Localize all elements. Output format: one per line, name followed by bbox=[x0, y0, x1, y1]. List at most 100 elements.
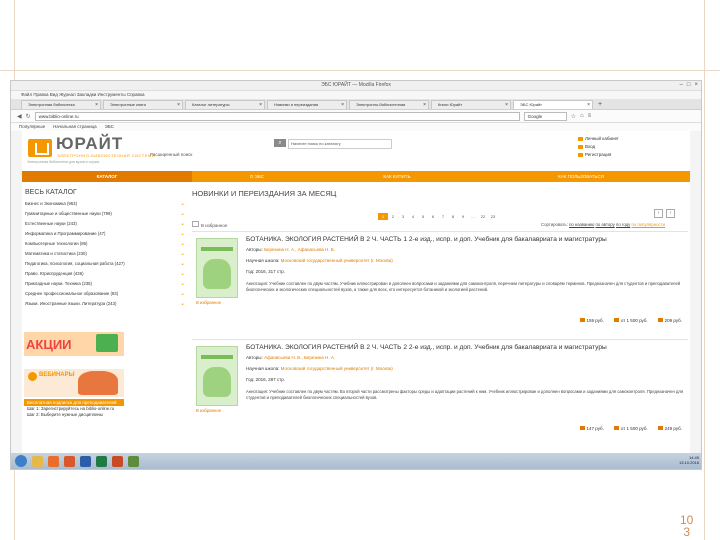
prev-page-icon[interactable]: ‹ bbox=[654, 209, 663, 218]
page-link[interactable]: 6 bbox=[428, 213, 438, 220]
chevron-down-icon[interactable]: ⌄ bbox=[180, 209, 185, 219]
site-search-input[interactable]: Начните поиск по каталогу bbox=[288, 139, 392, 149]
nav-how-to-use[interactable]: КАК ПОЛЬЗОВАТЬСЯ bbox=[472, 171, 690, 182]
chevron-down-icon[interactable]: ⌄ bbox=[180, 279, 185, 289]
sidebar-category-item[interactable]: Математика и статистика (230) ⌄ bbox=[22, 249, 188, 259]
sidebar-category-item[interactable]: Компьютерные технологии (86) ⌄ bbox=[22, 239, 188, 249]
sidebar-category-item[interactable]: Языки. Иностранные языки. Литература (24… bbox=[22, 299, 188, 309]
page-link[interactable]: 3 bbox=[398, 213, 408, 220]
nav-catalog[interactable]: КАТАЛОГ bbox=[22, 171, 192, 182]
close-icon[interactable]: × bbox=[694, 82, 698, 89]
browser-tab[interactable]: ЭБС Юрайт × bbox=[513, 100, 593, 109]
chevron-down-icon[interactable]: ⌄ bbox=[180, 299, 185, 309]
chevron-down-icon[interactable]: ⌄ bbox=[180, 289, 185, 299]
page-link[interactable]: 5 bbox=[418, 213, 428, 220]
tab-close-icon[interactable]: × bbox=[259, 101, 262, 109]
page-link[interactable]: 4 bbox=[408, 213, 418, 220]
chevron-down-icon[interactable]: ⌄ bbox=[180, 239, 185, 249]
start-button-icon[interactable] bbox=[15, 455, 27, 467]
chevron-down-icon[interactable]: ⌄ bbox=[180, 249, 185, 259]
chevron-down-icon[interactable]: ⌄ bbox=[180, 269, 185, 279]
sidebar-category-item[interactable]: Среднее профессиональное образование (93… bbox=[22, 289, 188, 299]
page-link[interactable]: 23 bbox=[488, 213, 498, 220]
page-link[interactable]: 8 bbox=[448, 213, 458, 220]
search-icon[interactable]: ⌕ bbox=[274, 139, 286, 147]
price-item[interactable]: 249 руб. bbox=[657, 426, 682, 431]
sidebar-category-item[interactable]: Естественные науки (243) ⌄ bbox=[22, 219, 188, 229]
book-cover-image[interactable] bbox=[196, 238, 238, 298]
promo-webinars-banner[interactable]: ВЕБИНАРЫ bbox=[24, 369, 124, 397]
minimize-icon[interactable]: – bbox=[680, 82, 683, 89]
tab-close-icon[interactable]: × bbox=[177, 101, 180, 109]
chevron-down-icon[interactable]: ⌄ bbox=[180, 219, 185, 229]
bookmark-item[interactable]: ЭБС bbox=[105, 123, 114, 131]
favorite-link[interactable]: В избранное bbox=[196, 408, 221, 413]
back-arrow-icon[interactable]: ◀ bbox=[17, 113, 22, 120]
browser-tab[interactable]: Электронно-библиотечная × bbox=[349, 100, 429, 109]
app-icon[interactable] bbox=[128, 455, 139, 467]
tab-close-icon[interactable]: × bbox=[423, 101, 426, 109]
browser-tab[interactable]: Каталог литературы × bbox=[185, 100, 265, 109]
promo-sale-banner[interactable]: АКЦИИ bbox=[24, 332, 124, 356]
chevron-down-icon[interactable]: ⌄ bbox=[180, 259, 185, 269]
book-school-value[interactable]: Московский государственный университет (… bbox=[281, 366, 393, 371]
sidebar-category-item[interactable]: Информатика и Программирование (47) ⌄ bbox=[22, 229, 188, 239]
firefox-icon[interactable] bbox=[64, 455, 75, 467]
page-link[interactable]: 7 bbox=[438, 213, 448, 220]
star-icon[interactable]: ☆ bbox=[571, 113, 576, 120]
new-tab-icon[interactable]: + bbox=[595, 101, 605, 109]
bookmark-item[interactable]: Начальная страница bbox=[53, 123, 97, 131]
book-title[interactable]: БОТАНИКА. ЭКОЛОГИЯ РАСТЕНИЙ В 2 Ч. ЧАСТЬ… bbox=[246, 344, 607, 351]
sort-option[interactable]: по названию bbox=[569, 222, 594, 227]
maximize-icon[interactable]: □ bbox=[687, 82, 691, 89]
nav-how-to-buy[interactable]: КАК КУПИТЬ bbox=[322, 171, 472, 182]
explorer-icon[interactable] bbox=[32, 455, 43, 467]
advanced-search-link[interactable]: Расширенный поиск bbox=[150, 152, 192, 157]
page-link[interactable]: 1 bbox=[378, 213, 388, 220]
sort-option[interactable]: по году bbox=[616, 222, 630, 227]
url-input[interactable]: www.biblio-online.ru bbox=[34, 111, 520, 121]
powerpoint-icon[interactable] bbox=[112, 455, 123, 467]
top-link[interactable]: Личный кабинет bbox=[578, 135, 688, 143]
price-item[interactable]: 147 руб. bbox=[579, 426, 604, 431]
add-to-favorites-all[interactable]: В избранное bbox=[192, 221, 227, 228]
browser-tab[interactable]: Электронные книги × bbox=[103, 100, 183, 109]
tab-close-icon[interactable]: × bbox=[341, 101, 344, 109]
book-school-value[interactable]: Московский государственный университет (… bbox=[281, 258, 393, 263]
sidebar-category-item[interactable]: Прикладные науки. Техника (235) ⌄ bbox=[22, 279, 188, 289]
sidebar-category-item[interactable]: Бизнес и Экономика (963) ⌄ bbox=[22, 199, 188, 209]
bookmark-item[interactable]: Популярные bbox=[19, 123, 45, 131]
sort-option[interactable]: по популярности bbox=[632, 222, 666, 227]
sidebar-category-item[interactable]: Гуманитарные и общественные науки (799) ⌄ bbox=[22, 209, 188, 219]
page-link[interactable]: 9 bbox=[458, 213, 468, 220]
price-item[interactable]: от 1 500 руб. bbox=[613, 426, 648, 431]
book-authors-value[interactable]: Афанасьева Н. Б., Березина Н. А. bbox=[264, 355, 335, 360]
tab-close-icon[interactable]: × bbox=[95, 101, 98, 109]
browser-tab[interactable]: Книги Юрайт × bbox=[431, 100, 511, 109]
top-link[interactable]: Регистрация bbox=[578, 151, 688, 159]
browser-tab[interactable]: Электронная библиотека × bbox=[21, 100, 101, 109]
page-link[interactable]: … bbox=[468, 213, 478, 220]
top-link[interactable]: Вход bbox=[578, 143, 688, 151]
home-icon[interactable]: ⌂ bbox=[580, 113, 584, 119]
menu-bar[interactable]: Файл Правка Вид Журнал Закладки Инструме… bbox=[11, 91, 701, 99]
sidebar-category-item[interactable]: Педагогика, психология, социальная работ… bbox=[22, 259, 188, 269]
excel-icon[interactable] bbox=[96, 455, 107, 467]
next-page-icon[interactable]: › bbox=[666, 209, 675, 218]
nav-about[interactable]: О ЭБС bbox=[192, 171, 322, 182]
tab-close-icon[interactable]: × bbox=[505, 101, 508, 109]
book-cover-image[interactable] bbox=[196, 346, 238, 406]
browser-tab[interactable]: Новинки и переиздания × bbox=[267, 100, 347, 109]
browser-search-input[interactable]: Google bbox=[523, 111, 567, 121]
book-authors-value[interactable]: Березина Н. А., Афанасьева Н. Б. bbox=[264, 247, 335, 252]
word-icon[interactable] bbox=[80, 455, 91, 467]
page-link[interactable]: 2 bbox=[388, 213, 398, 220]
favorite-link[interactable]: В избранное bbox=[196, 300, 221, 305]
price-item[interactable]: 159 руб. bbox=[579, 318, 604, 323]
logo-icon[interactable] bbox=[28, 139, 52, 157]
chevron-down-icon[interactable]: ⌄ bbox=[180, 199, 185, 209]
book-title[interactable]: БОТАНИКА. ЭКОЛОГИЯ РАСТЕНИЙ В 2 Ч. ЧАСТЬ… bbox=[246, 236, 607, 243]
price-item[interactable]: 209 руб. bbox=[657, 318, 682, 323]
media-player-icon[interactable] bbox=[48, 455, 59, 467]
price-item[interactable]: от 1 500 руб. bbox=[613, 318, 648, 323]
